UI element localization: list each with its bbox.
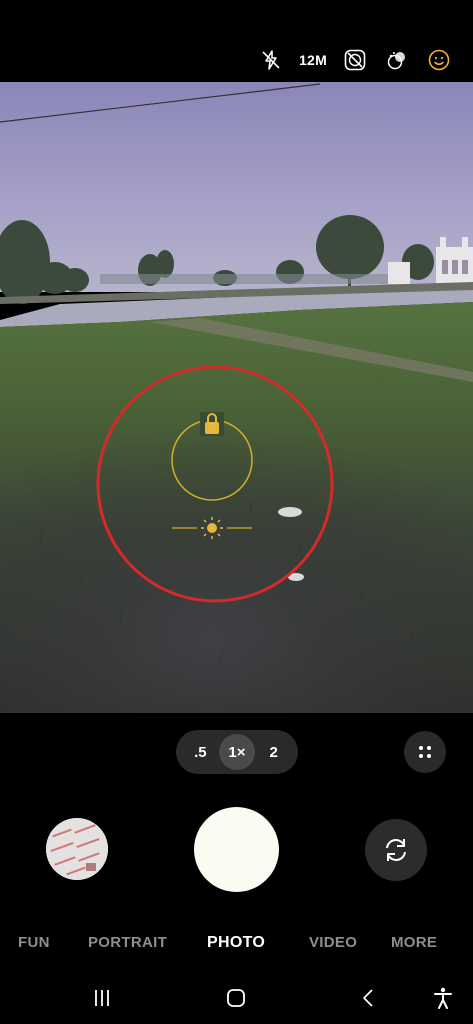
- mode-more[interactable]: MORE: [391, 934, 437, 951]
- filter-icon[interactable]: [383, 46, 411, 74]
- home-button[interactable]: [218, 983, 254, 1013]
- recents-icon: [95, 990, 109, 1006]
- mode-photo[interactable]: PHOTO: [207, 934, 265, 952]
- recents-button[interactable]: [84, 983, 120, 1013]
- zoom-option-0-5x[interactable]: .5: [182, 734, 218, 770]
- shutter-button[interactable]: [194, 807, 279, 892]
- settings-row: 12M: [257, 44, 453, 76]
- switch-camera-button[interactable]: [365, 819, 427, 881]
- grid-dots-icon: [419, 746, 431, 758]
- flash-off-icon[interactable]: [257, 46, 285, 74]
- face-effects-icon[interactable]: [425, 46, 453, 74]
- more-options-button[interactable]: [404, 731, 446, 773]
- mode-video[interactable]: VIDEO: [309, 934, 357, 951]
- preview-scene: [0, 82, 473, 713]
- zoom-option-1x[interactable]: 1×: [218, 734, 255, 770]
- resolution-button[interactable]: 12M: [299, 46, 327, 74]
- rotate-camera-icon: [386, 839, 406, 861]
- mode-fun[interactable]: FUN: [18, 934, 50, 951]
- camera-top-bar: 12M: [0, 0, 473, 82]
- zoom-selector: .5 1× 2: [176, 730, 298, 774]
- timer-off-icon[interactable]: [341, 46, 369, 74]
- mode-portrait[interactable]: PORTRAIT: [88, 934, 167, 951]
- thumbnail-image: [46, 818, 108, 880]
- accessibility-icon: [434, 987, 452, 1009]
- camera-preview[interactable]: [0, 82, 473, 713]
- resolution-label: 12M: [298, 52, 328, 68]
- zoom-option-2x[interactable]: 2: [256, 734, 292, 770]
- gallery-thumbnail[interactable]: [46, 818, 108, 880]
- back-icon: [363, 989, 373, 1007]
- camera-mode-selector: FUN PORTRAIT PHOTO VIDEO MORE: [0, 930, 473, 958]
- back-button[interactable]: [350, 983, 386, 1013]
- home-icon: [227, 989, 245, 1007]
- accessibility-button[interactable]: [425, 983, 461, 1013]
- system-nav-bar: [0, 975, 473, 1024]
